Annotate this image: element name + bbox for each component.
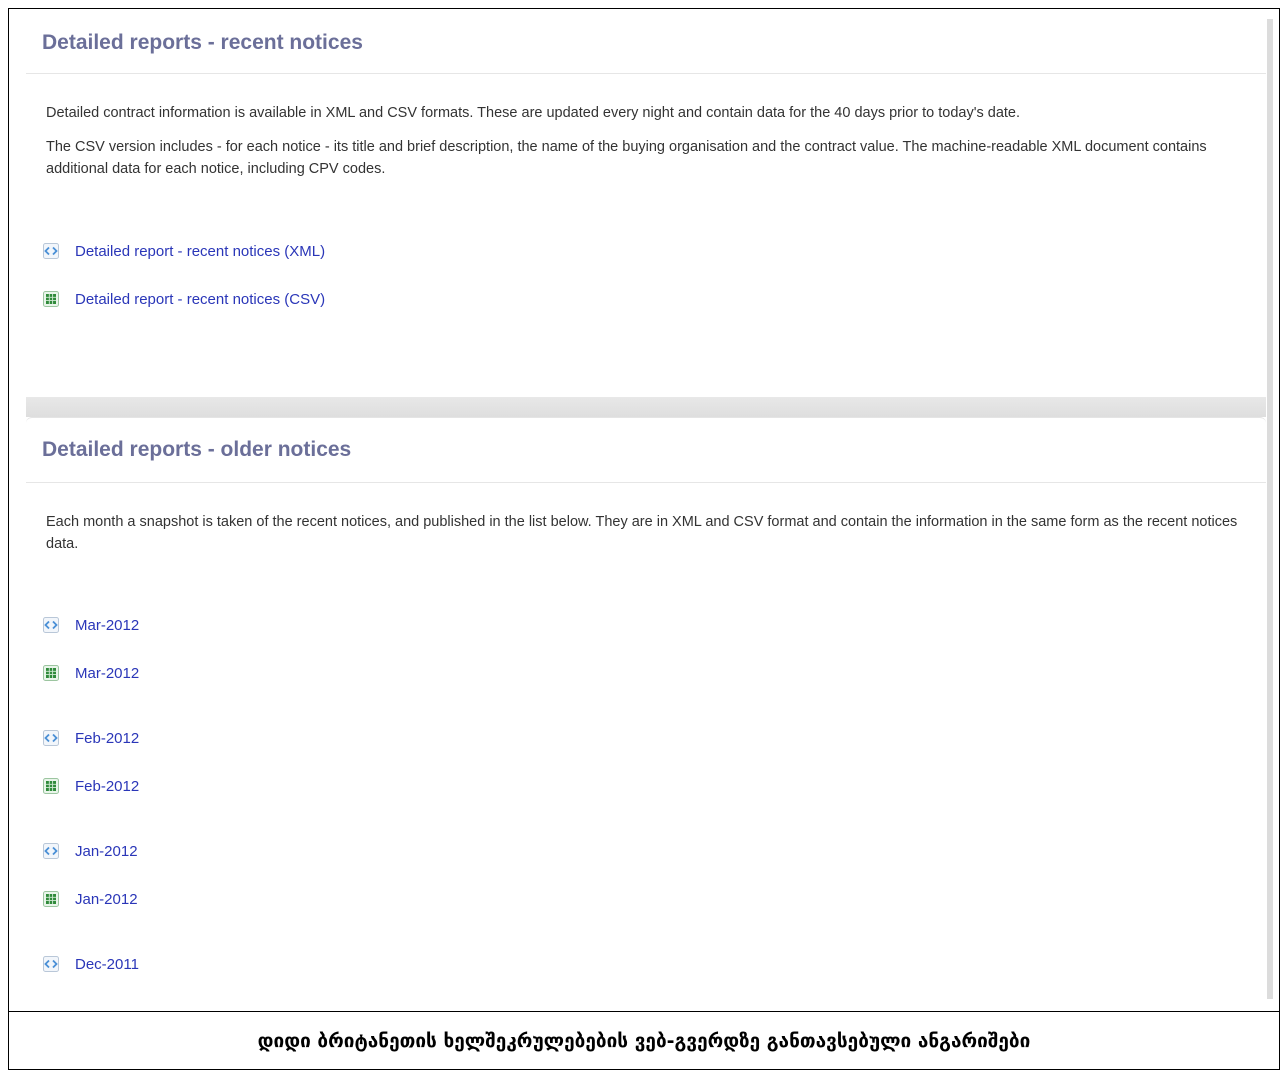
recent-notices-xml-link[interactable]: Detailed report - recent notices (XML): [75, 243, 325, 260]
recent-notices-csv-description: The CSV version includes - for each noti…: [46, 139, 1207, 177]
dec-2011-xml-link[interactable]: Dec-2011: [75, 956, 139, 973]
recent-notices-csv-link[interactable]: Detailed report - recent notices (CSV): [75, 291, 325, 308]
archive-link-row: Dec-2011: [42, 955, 139, 973]
jan-2012-xml-link[interactable]: Jan-2012: [75, 843, 138, 860]
xml-file-icon: [42, 242, 60, 260]
archive-link-row: Feb-2012: [42, 777, 139, 795]
archive-link-row: Jan-2012: [42, 890, 138, 908]
feb-2012-xml-link[interactable]: Feb-2012: [75, 730, 139, 747]
figure-frame: Detailed reports - recent notices Detail…: [8, 8, 1280, 1070]
figure-caption: დიდი ბრიტანეთის ხელშეკრულებების ვებ-გვერ…: [9, 1011, 1279, 1069]
panel-separator: [26, 397, 1266, 417]
archive-link-row: Jan-2012: [42, 842, 138, 860]
mar-2012-csv-link[interactable]: Mar-2012: [75, 665, 139, 682]
scrollbar-track[interactable]: [1267, 19, 1273, 999]
older-notices-panel: Detailed reports - older notices Each mo…: [26, 417, 1266, 1011]
recent-notices-panel: Detailed reports - recent notices Detail…: [26, 9, 1266, 397]
recent-notices-description: Detailed contract information is availab…: [46, 105, 1021, 121]
recent-xml-link-row: Detailed report - recent notices (XML): [42, 242, 325, 260]
csv-spreadsheet-icon: [42, 890, 60, 908]
recent-csv-link-row: Detailed report - recent notices (CSV): [42, 290, 325, 308]
feb-2012-csv-link[interactable]: Feb-2012: [75, 778, 139, 795]
archive-link-row: Mar-2012: [42, 616, 139, 634]
xml-file-icon: [42, 616, 60, 634]
xml-file-icon: [42, 955, 60, 973]
older-notices-description: Each month a snapshot is taken of the re…: [46, 514, 1238, 552]
csv-spreadsheet-icon: [42, 290, 60, 308]
jan-2012-csv-link[interactable]: Jan-2012: [75, 891, 138, 908]
xml-file-icon: [42, 729, 60, 747]
archive-link-row: Mar-2012: [42, 664, 139, 682]
archive-link-row: Feb-2012: [42, 729, 139, 747]
mar-2012-xml-link[interactable]: Mar-2012: [75, 617, 139, 634]
csv-spreadsheet-icon: [42, 664, 60, 682]
csv-spreadsheet-icon: [42, 777, 60, 795]
xml-file-icon: [42, 842, 60, 860]
older-notices-heading: Detailed reports - older notices: [26, 418, 1266, 483]
webpage-screenshot: Detailed reports - recent notices Detail…: [9, 9, 1279, 1011]
recent-notices-heading: Detailed reports - recent notices: [26, 9, 1266, 74]
